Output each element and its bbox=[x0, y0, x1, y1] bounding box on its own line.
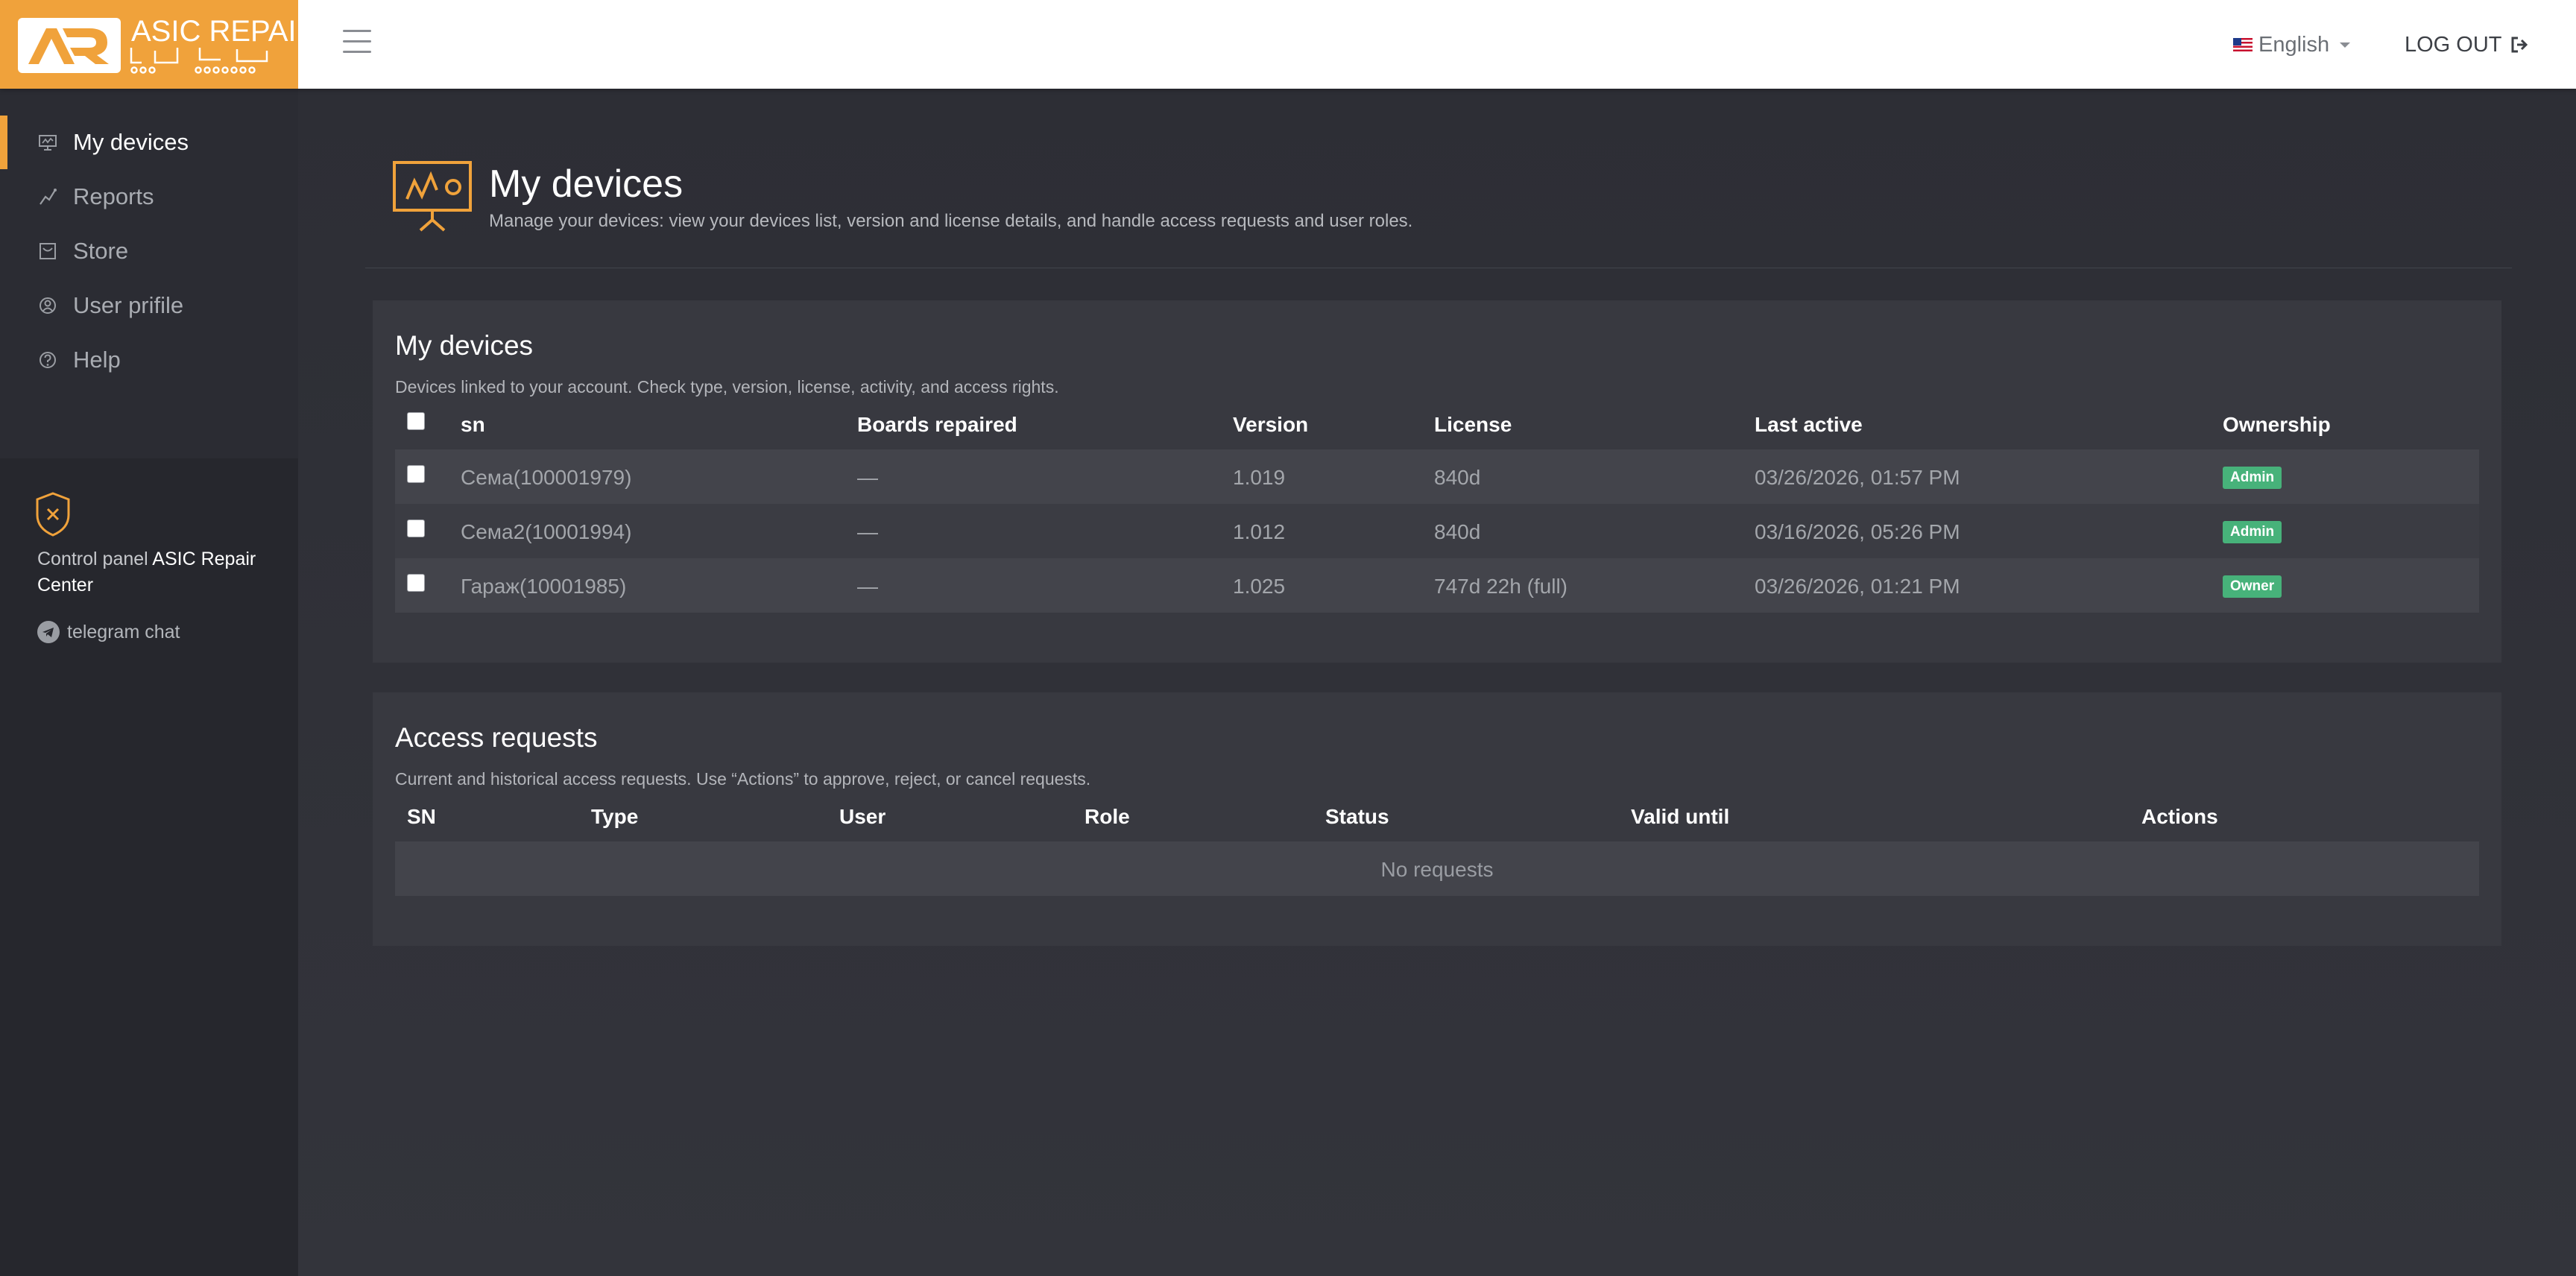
column-header-sn: SN bbox=[407, 805, 436, 828]
sidebar-item-label: Store bbox=[73, 238, 129, 264]
device-sn: Гараж(10001985) bbox=[461, 575, 627, 598]
column-header-boards-repaired: Boards repaired bbox=[857, 413, 1017, 436]
column-header-status: Status bbox=[1325, 805, 1389, 828]
line-chart-icon bbox=[40, 189, 57, 205]
sidebar-item-my-devices[interactable]: My devices bbox=[0, 116, 298, 169]
table-row[interactable]: Сема2(10001994) — 1.012 840d 03/16/2026,… bbox=[395, 504, 2479, 558]
device-sn: Сема2(10001994) bbox=[461, 520, 632, 543]
monitor-chart-icon bbox=[39, 135, 57, 151]
column-header-last-active: Last active bbox=[1755, 413, 1863, 436]
menu-toggle-button[interactable] bbox=[340, 27, 376, 57]
monitor-chart-icon bbox=[393, 161, 472, 232]
column-header-license: License bbox=[1434, 413, 1512, 436]
device-license: 840d bbox=[1434, 520, 1481, 543]
control-panel-prefix: Control panel bbox=[37, 549, 148, 569]
telegram-chat-link[interactable]: telegram chat bbox=[37, 621, 180, 643]
row-checkbox[interactable] bbox=[407, 465, 425, 483]
sidebar-item-help[interactable]: Help bbox=[0, 333, 298, 387]
hamburger-line bbox=[343, 40, 371, 42]
column-header-ownership: Ownership bbox=[2223, 413, 2331, 436]
device-last-active: 03/26/2026, 01:21 PM bbox=[1755, 575, 1960, 598]
device-version: 1.019 bbox=[1233, 466, 1286, 489]
table-row[interactable]: Сема(100001979) — 1.019 840d 03/26/2026,… bbox=[395, 449, 2479, 504]
sidebar-item-reports[interactable]: Reports bbox=[0, 170, 298, 224]
empty-state-row: No requests bbox=[395, 841, 2479, 896]
language-label: English bbox=[2258, 32, 2330, 57]
telegram-label: telegram chat bbox=[67, 621, 180, 642]
brand-logo[interactable]: ASIC REPAIR bbox=[0, 0, 318, 89]
row-checkbox[interactable] bbox=[407, 574, 425, 592]
us-flag-icon bbox=[2233, 38, 2253, 51]
select-all-checkbox[interactable] bbox=[407, 412, 425, 430]
device-version: 1.012 bbox=[1233, 520, 1286, 543]
ownership-badge: Admin bbox=[2223, 467, 2282, 489]
logout-label: LOG OUT bbox=[2405, 32, 2502, 57]
page-title: My devices bbox=[489, 162, 684, 206]
hamburger-line bbox=[343, 30, 371, 32]
requests-title: Access requests bbox=[395, 722, 598, 753]
requests-description: Current and historical access requests. … bbox=[395, 769, 1091, 789]
column-header-type: Type bbox=[591, 805, 639, 828]
logout-icon bbox=[2511, 37, 2528, 53]
sidebar-item-label: Help bbox=[73, 347, 121, 373]
user-circle-icon bbox=[40, 297, 56, 314]
column-header-user: User bbox=[839, 805, 886, 828]
table-row[interactable]: Гараж(10001985) — 1.025 747d 22h (full) … bbox=[395, 558, 2479, 613]
sidebar: My devices Reports Store User prifile He… bbox=[0, 89, 298, 1276]
page-description: Manage your devices: view your devices l… bbox=[489, 211, 1413, 231]
sidebar-item-label: Reports bbox=[73, 183, 154, 209]
access-requests-card: Access requests Current and historical a… bbox=[373, 692, 2501, 946]
device-boards: — bbox=[857, 520, 878, 543]
ownership-badge: Owner bbox=[2223, 575, 2282, 598]
device-boards: — bbox=[857, 575, 878, 598]
device-version: 1.025 bbox=[1233, 575, 1286, 598]
language-dropdown[interactable]: English bbox=[2233, 30, 2351, 60]
store-icon bbox=[40, 243, 56, 259]
device-license: 840d bbox=[1434, 466, 1481, 489]
sidebar-item-label: My devices bbox=[73, 129, 189, 155]
sidebar-item-store[interactable]: Store bbox=[0, 224, 298, 278]
sidebar-nav: My devices Reports Store User prifile He… bbox=[0, 89, 298, 458]
devices-title: My devices bbox=[395, 330, 534, 361]
sidebar-item-user-profile[interactable]: User prifile bbox=[0, 279, 298, 332]
telegram-icon bbox=[37, 621, 60, 643]
column-header-valid-until: Valid until bbox=[1631, 805, 1730, 828]
device-sn: Сема(100001979) bbox=[461, 466, 632, 489]
device-last-active: 03/16/2026, 05:26 PM bbox=[1755, 520, 1960, 543]
brand-name: ASIC REPAIR bbox=[131, 15, 318, 48]
circuit-decoration-icon bbox=[130, 48, 268, 74]
sidebar-item-label: User prifile bbox=[73, 292, 184, 318]
column-header-actions: Actions bbox=[2141, 805, 2218, 828]
top-bar: ASIC REPAIR English LOG OUT bbox=[0, 0, 2576, 89]
column-header-role: Role bbox=[1085, 805, 1130, 828]
main-content: My devices Manage your devices: view you… bbox=[298, 89, 2576, 1276]
ar-logo-icon bbox=[18, 18, 121, 73]
device-boards: — bbox=[857, 466, 878, 489]
logout-button[interactable]: LOG OUT bbox=[2405, 30, 2529, 60]
control-panel-caption: Control panel ASIC Repair Center bbox=[37, 546, 276, 598]
devices-card: My devices Devices linked to your accoun… bbox=[373, 300, 2501, 663]
hamburger-line bbox=[343, 51, 371, 53]
ownership-badge: Admin bbox=[2223, 521, 2282, 543]
help-circle-icon bbox=[40, 352, 56, 368]
devices-description: Devices linked to your account. Check ty… bbox=[395, 377, 1059, 397]
caret-down-icon bbox=[2340, 42, 2351, 48]
column-header-sn: sn bbox=[461, 413, 485, 436]
device-license: 747d 22h (full) bbox=[1434, 575, 1568, 598]
column-header-version: Version bbox=[1233, 413, 1309, 436]
shield-icon bbox=[36, 492, 70, 537]
empty-state-text: No requests bbox=[1380, 858, 1494, 881]
device-last-active: 03/26/2026, 01:57 PM bbox=[1755, 466, 1960, 489]
row-checkbox[interactable] bbox=[407, 519, 425, 537]
